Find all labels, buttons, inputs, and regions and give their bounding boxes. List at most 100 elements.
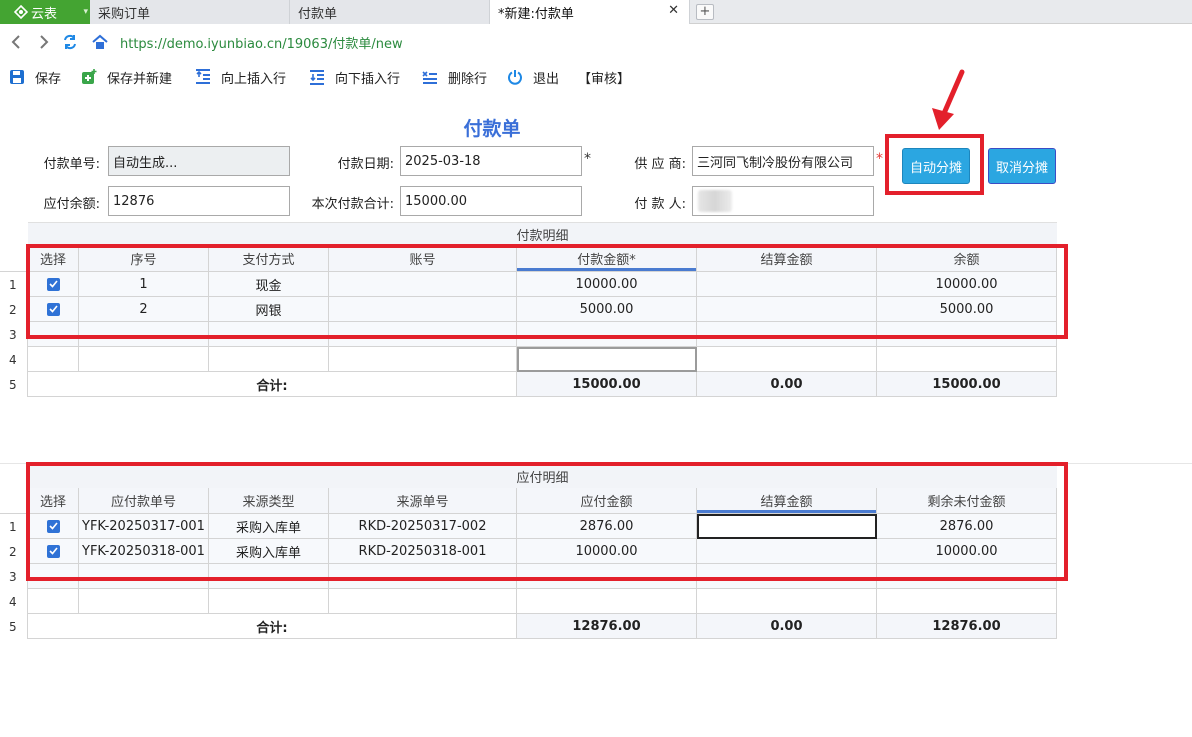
payable-doc-cell[interactable]: YFK-20250318-001 [79,539,209,564]
remaining-cell[interactable]: 10000.00 [877,539,1057,564]
seq-cell[interactable]: 1 [79,272,209,297]
add-tab-button[interactable]: + [696,4,714,20]
settled-cell[interactable] [697,297,877,322]
balance-cell[interactable]: 5000.00 [877,297,1057,322]
settled-cell[interactable] [697,272,877,297]
column-header[interactable]: 剩余未付金额 [877,488,1057,514]
column-header[interactable]: 来源类型 [209,488,329,514]
select-cell[interactable] [28,322,79,347]
brand-menu[interactable]: 云表 ▾ [0,0,90,24]
account-cell[interactable] [329,297,517,322]
column-header[interactable]: 应付款单号 [79,488,209,514]
seq-cell[interactable]: 2 [79,297,209,322]
amount-cell[interactable]: 10000.00 [517,272,697,297]
remaining-cell[interactable]: 2876.00 [877,514,1057,539]
seq-cell[interactable] [79,347,209,372]
insert-above-button[interactable]: 向上插入行 [194,66,286,88]
payer-field[interactable] [692,186,874,216]
method-cell[interactable]: 现金 [209,272,329,297]
source-no-cell[interactable]: RKD-20250317-002 [329,514,517,539]
auto-allocate-button[interactable]: 自动分摊 [902,148,970,184]
amount-cell[interactable]: 5000.00 [517,297,697,322]
payable-amount-cell[interactable]: 2876.00 [517,514,697,539]
audit-button[interactable]: 【审核】 [578,66,630,88]
settled-cell[interactable] [697,564,877,589]
balance-cell[interactable] [877,347,1057,372]
select-cell[interactable] [28,272,79,297]
settled-cell[interactable] [697,539,877,564]
url-text[interactable]: https://demo.iyunbiao.cn/19063/付款单/new [120,33,403,52]
select-cell[interactable] [28,514,79,539]
column-header[interactable]: 结算金额 [697,488,877,514]
source-type-cell[interactable] [209,589,329,614]
tab-payment-list[interactable]: 付款单 [290,0,490,24]
source-type-cell[interactable]: 采购入库单 [209,539,329,564]
select-cell[interactable] [28,564,79,589]
checkbox-checked-icon[interactable] [46,277,60,291]
close-tab-icon[interactable]: ✕ [668,3,679,18]
column-header[interactable]: 应付金额 [517,488,697,514]
source-type-cell[interactable] [209,564,329,589]
source-no-cell[interactable]: RKD-20250318-001 [329,539,517,564]
doc-no-field[interactable]: 自动生成... [108,146,290,176]
seq-cell[interactable] [79,322,209,347]
checkbox-checked-icon[interactable] [46,302,60,316]
save-button[interactable]: 保存 [8,66,61,88]
account-cell[interactable] [329,347,517,372]
payable-amount-cell[interactable] [517,564,697,589]
payment-total-field[interactable]: 15000.00 [400,186,582,216]
tab-purchase-order[interactable]: 采购订单 [90,0,290,24]
settled-cell[interactable] [697,514,877,539]
forward-icon[interactable] [34,32,54,52]
column-header[interactable]: 账号 [329,246,517,272]
source-no-cell[interactable] [329,589,517,614]
payable-amount-cell[interactable]: 10000.00 [517,539,697,564]
tab-new-payment[interactable]: *新建:付款单 ✕ [490,0,690,24]
amount-cell[interactable] [517,322,697,347]
remaining-cell[interactable] [877,564,1057,589]
select-cell[interactable] [28,347,79,372]
exit-button[interactable]: 退出 [506,66,559,88]
checkbox-checked-icon[interactable] [46,544,60,558]
column-header[interactable]: 付款金额* [517,246,697,272]
remaining-cell[interactable] [877,589,1057,614]
payable-doc-cell[interactable] [79,589,209,614]
source-type-cell[interactable]: 采购入库单 [209,514,329,539]
column-header[interactable]: 选择 [28,488,79,514]
balance-cell[interactable] [877,322,1057,347]
payable-doc-cell[interactable]: YFK-20250317-001 [79,514,209,539]
column-header[interactable]: 选择 [28,246,79,272]
insert-below-button[interactable]: 向下插入行 [308,66,400,88]
payable-doc-cell[interactable] [79,564,209,589]
refresh-icon[interactable] [60,32,80,52]
payable-balance-field[interactable]: 12876 [108,186,290,216]
back-icon[interactable] [6,32,26,52]
brand-dropdown-icon[interactable]: ▾ [83,0,88,24]
supplier-field[interactable]: 三河同飞制冷股份有限公司 [692,146,874,176]
column-header[interactable]: 序号 [79,246,209,272]
method-cell[interactable]: 网银 [209,297,329,322]
account-cell[interactable] [329,322,517,347]
column-header[interactable]: 余额 [877,246,1057,272]
date-field[interactable]: 2025-03-18 [400,146,582,176]
cancel-allocate-button[interactable]: 取消分摊 [988,148,1056,184]
settled-cell[interactable] [697,589,877,614]
select-cell[interactable] [28,589,79,614]
save-and-new-button[interactable]: 保存并新建 [80,66,172,88]
account-cell[interactable] [329,272,517,297]
method-cell[interactable] [209,322,329,347]
column-header[interactable]: 支付方式 [209,246,329,272]
select-cell[interactable] [28,539,79,564]
delete-row-button[interactable]: 删除行 [421,66,487,88]
amount-cell[interactable] [517,347,697,372]
source-no-cell[interactable] [329,564,517,589]
checkbox-checked-icon[interactable] [46,519,60,533]
home-icon[interactable] [90,32,110,52]
column-header[interactable]: 结算金额 [697,246,877,272]
settled-cell[interactable] [697,347,877,372]
balance-cell[interactable]: 10000.00 [877,272,1057,297]
method-cell[interactable] [209,347,329,372]
payable-amount-cell[interactable] [517,589,697,614]
column-header[interactable]: 来源单号 [329,488,517,514]
settled-cell[interactable] [697,322,877,347]
